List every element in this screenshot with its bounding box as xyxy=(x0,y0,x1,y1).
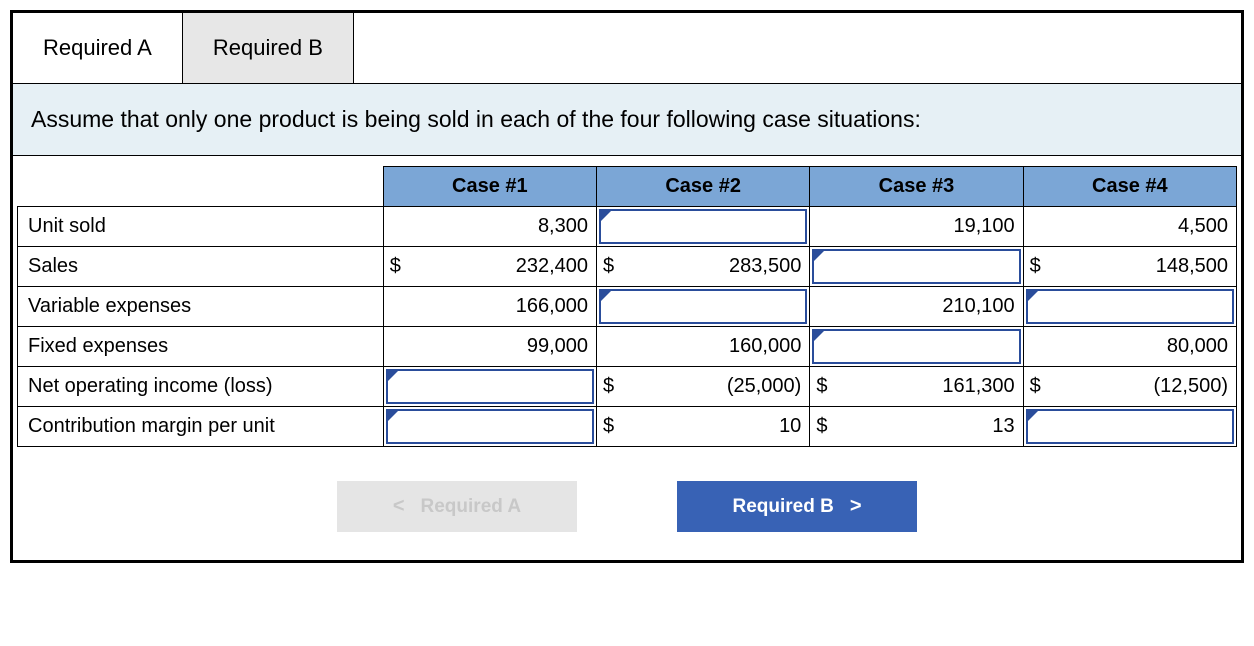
unit-sold-c3: 19,100 xyxy=(810,207,1023,247)
row-sales: Sales $232,400 $283,500 $148,500 xyxy=(18,247,1237,287)
sales-c3[interactable] xyxy=(810,247,1023,287)
chevron-right-icon: > xyxy=(850,495,862,518)
instruction-text: Assume that only one product is being so… xyxy=(13,84,1241,156)
header-case-2: Case #2 xyxy=(597,167,810,207)
nav-row: < Required A Required B > xyxy=(13,461,1241,560)
var-exp-c1: 166,000 xyxy=(383,287,596,327)
noi-c1[interactable] xyxy=(383,367,596,407)
label-unit-sold: Unit sold xyxy=(18,207,384,247)
noi-c3: $161,300 xyxy=(810,367,1023,407)
case-table: Case #1 Case #2 Case #3 Case #4 Unit sol… xyxy=(17,166,1237,447)
var-exp-c2[interactable] xyxy=(597,287,810,327)
row-noi: Net operating income (loss) $(25,000) $1… xyxy=(18,367,1237,407)
cm-unit-c1[interactable] xyxy=(383,407,596,447)
row-var-exp: Variable expenses 166,000 210,100 xyxy=(18,287,1237,327)
unit-sold-c1: 8,300 xyxy=(383,207,596,247)
unit-sold-c4: 4,500 xyxy=(1023,207,1236,247)
header-case-4: Case #4 xyxy=(1023,167,1236,207)
chevron-left-icon: < xyxy=(393,495,405,518)
label-noi: Net operating income (loss) xyxy=(18,367,384,407)
tab-required-a[interactable]: Required A xyxy=(13,13,183,83)
row-cm-unit: Contribution margin per unit $10 $13 xyxy=(18,407,1237,447)
sales-c1: $232,400 xyxy=(383,247,596,287)
cm-unit-c2: $10 xyxy=(597,407,810,447)
fix-exp-c2: 160,000 xyxy=(597,327,810,367)
sales-c4: $148,500 xyxy=(1023,247,1236,287)
header-case-1: Case #1 xyxy=(383,167,596,207)
unit-sold-c2[interactable] xyxy=(597,207,810,247)
label-var-exp: Variable expenses xyxy=(18,287,384,327)
tabs: Required A Required B xyxy=(13,13,1241,84)
next-label: Required B xyxy=(732,496,833,518)
fix-exp-c1: 99,000 xyxy=(383,327,596,367)
sales-c2: $283,500 xyxy=(597,247,810,287)
exercise-panel: Required A Required B Assume that only o… xyxy=(10,10,1244,563)
blank-header xyxy=(18,167,384,207)
noi-c2: $(25,000) xyxy=(597,367,810,407)
var-exp-c3: 210,100 xyxy=(810,287,1023,327)
prev-label: Required A xyxy=(421,496,522,518)
cm-unit-c4[interactable] xyxy=(1023,407,1236,447)
var-exp-c4[interactable] xyxy=(1023,287,1236,327)
label-cm-unit: Contribution margin per unit xyxy=(18,407,384,447)
row-fix-exp: Fixed expenses 99,000 160,000 80,000 xyxy=(18,327,1237,367)
fix-exp-c4: 80,000 xyxy=(1023,327,1236,367)
label-fix-exp: Fixed expenses xyxy=(18,327,384,367)
noi-c4: $(12,500) xyxy=(1023,367,1236,407)
next-button[interactable]: Required B > xyxy=(677,481,917,532)
tab-required-b[interactable]: Required B xyxy=(183,13,354,83)
label-sales: Sales xyxy=(18,247,384,287)
header-case-3: Case #3 xyxy=(810,167,1023,207)
fix-exp-c3[interactable] xyxy=(810,327,1023,367)
row-unit-sold: Unit sold 8,300 19,100 4,500 xyxy=(18,207,1237,247)
prev-button: < Required A xyxy=(337,481,577,532)
cm-unit-c3: $13 xyxy=(810,407,1023,447)
table-wrap: Case #1 Case #2 Case #3 Case #4 Unit sol… xyxy=(13,156,1241,461)
